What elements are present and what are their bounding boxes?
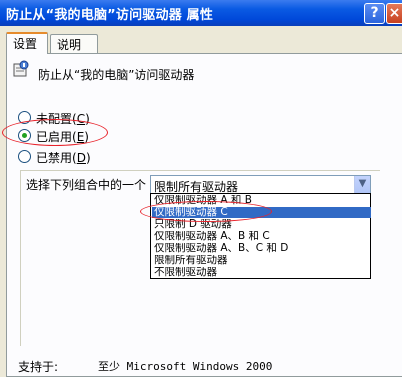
tab-explain[interactable]: 说明 (50, 34, 98, 53)
title-bar: 防止从“我的电脑”访问驱动器 属性 ? × (0, 0, 402, 26)
dropdown-option[interactable]: 仅限制驱动器 A、B 和 C (152, 231, 371, 242)
tab-settings[interactable]: 设置 (6, 32, 48, 54)
policy-setting-icon (13, 60, 29, 77)
window-title: 防止从“我的电脑”访问驱动器 属性 (6, 8, 214, 23)
radio-button[interactable] (18, 150, 31, 163)
radio-label: 已禁用 (36, 151, 73, 165)
annotation-circle (2, 119, 108, 146)
supported-value: 至少 Microsoft Windows 2000 (98, 360, 273, 373)
help-button[interactable]: ? (364, 3, 385, 24)
dropdown-option[interactable]: 限制所有驱动器 (152, 255, 371, 266)
combo-label: 选择下列组合中的一个 (26, 178, 147, 192)
policy-name: 防止从“我的电脑”访问驱动器 (38, 68, 195, 82)
annotation-circle (140, 201, 272, 222)
dropdown-option[interactable]: 仅限制驱动器 A、B、C 和 D (152, 243, 371, 254)
chevron-down-icon[interactable]: ▼ (354, 176, 370, 193)
drive-restriction-select[interactable]: 限制所有驱动器 ▼ (150, 175, 371, 194)
accel-key: D (76, 151, 86, 165)
supported-label: 支持于: (18, 360, 59, 374)
dropdown-option[interactable]: 不限制驱动器 (152, 267, 371, 278)
close-button[interactable]: × (386, 3, 402, 24)
